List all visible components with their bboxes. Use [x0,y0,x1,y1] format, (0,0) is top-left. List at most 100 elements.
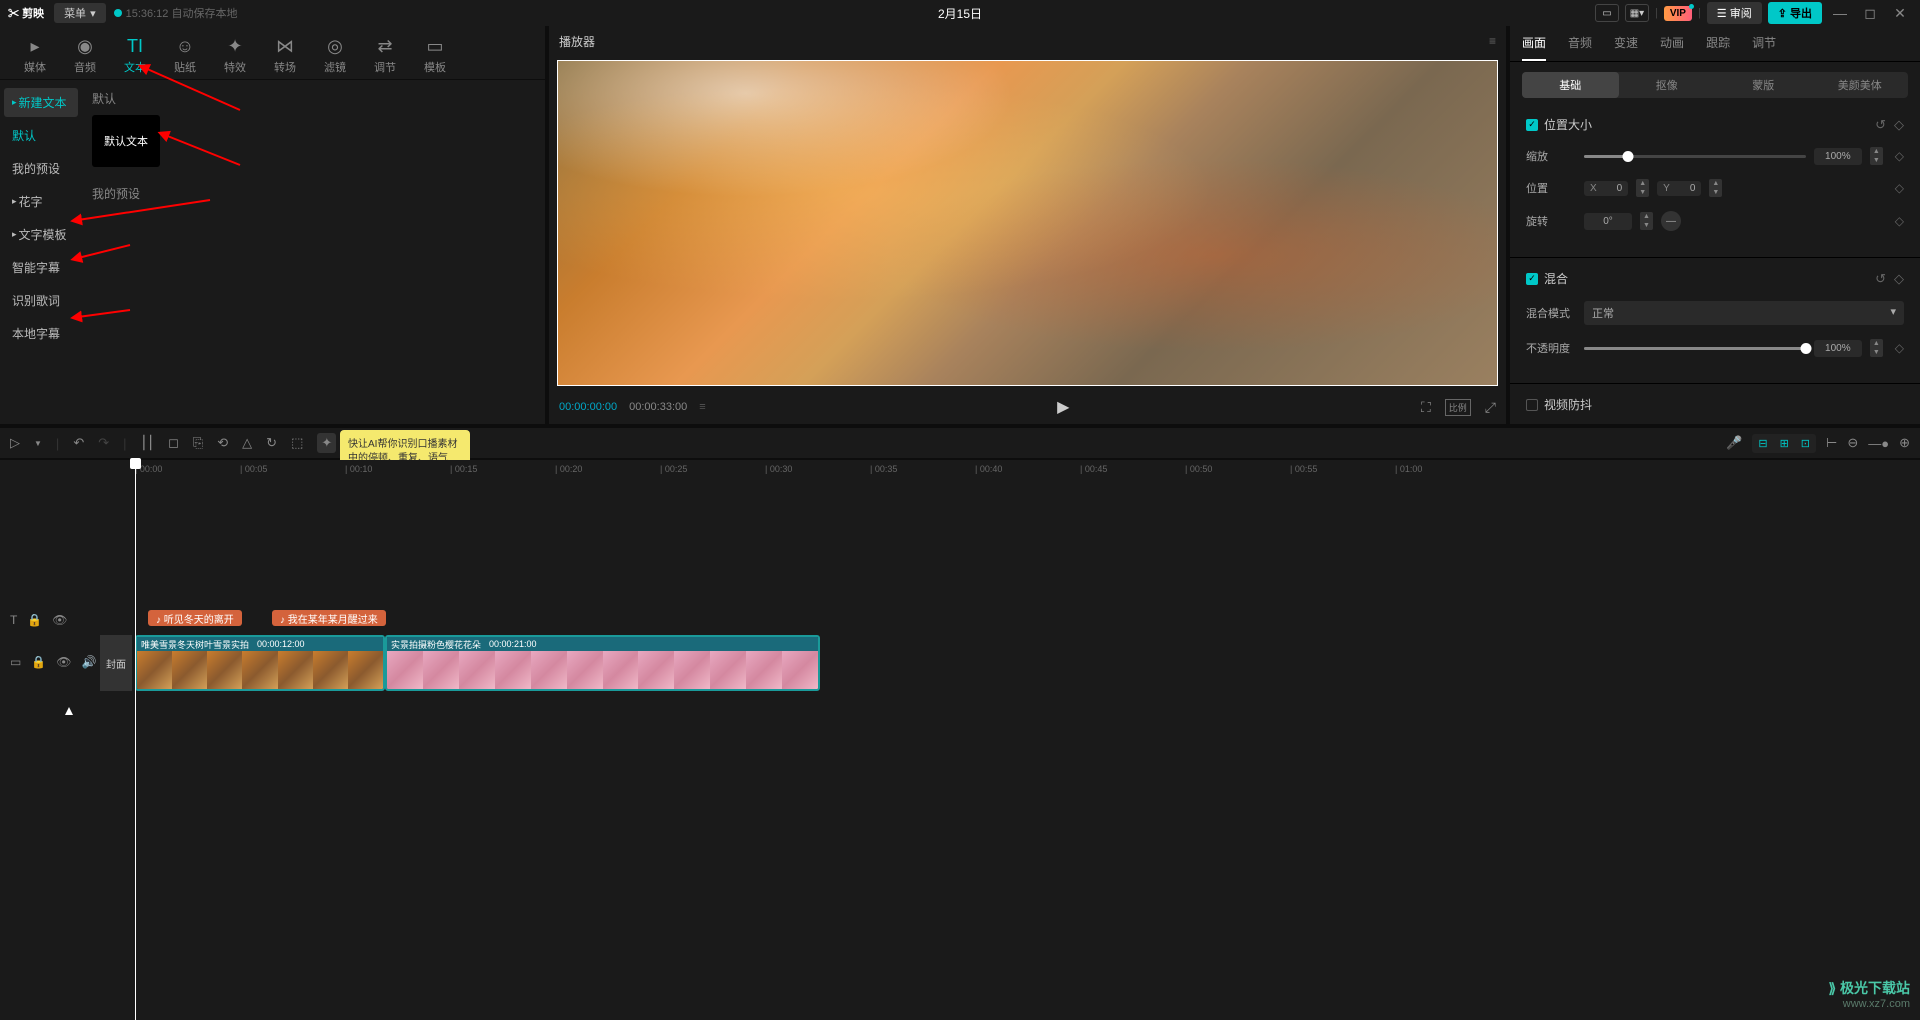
sidebar-新建文本[interactable]: ▸新建文本 [4,88,78,117]
rp-tab-变速[interactable]: 变速 [1614,34,1638,61]
opacity-slider[interactable] [1584,347,1806,350]
autosave-status: 15:36:12 自动保存本地 [114,5,238,21]
crop-tool[interactable]: ◻ [168,435,179,451]
copy-tool[interactable]: ⎘ [193,435,203,451]
play-button[interactable]: ▶ [1057,397,1069,417]
maximize-button[interactable]: ◻ [1858,1,1882,25]
mirror-tool[interactable]: △ [242,435,252,451]
crop2-tool[interactable]: ⬚ [291,435,303,451]
left-panel: ▸媒体◉音频TI文本☺贴纸✦特效⋈转场◎滤镜⇄调节▭模板 ▸新建文本默认我的预设… [0,26,545,424]
rotation-value[interactable]: 0° [1584,213,1632,230]
cover-button[interactable]: 封面 [100,635,132,691]
text-clip[interactable]: ♪ 听见冬天的离开 [148,610,242,626]
tab-转场[interactable]: ⋈转场 [260,32,310,79]
ratio-icon[interactable]: 比例 [1445,399,1471,416]
rp-tab-跟踪[interactable]: 跟踪 [1706,34,1730,61]
rp-tab-画面[interactable]: 画面 [1522,34,1546,61]
rp-tab-动画[interactable]: 动画 [1660,34,1684,61]
opacity-value[interactable]: 100% [1814,340,1862,357]
pointer-tool[interactable]: ▷ [10,435,20,451]
split-tool[interactable]: ⎮⎮ [141,435,155,451]
project-title: 2月15日 [938,5,982,22]
zoom-out-icon[interactable]: ⊖ [1847,435,1858,451]
possize-checkbox[interactable]: ✓ [1526,119,1538,131]
layout-icon-2[interactable]: ▦▾ [1625,4,1649,22]
time-current: 00:00:00:00 [559,401,617,413]
magnet-3[interactable]: ⊡ [1795,434,1816,453]
rp-tab-调节[interactable]: 调节 [1752,34,1776,61]
timeline[interactable]: | 00:00| 00:05| 00:10| 00:15| 00:20| 00:… [0,460,1920,1020]
magnet-1[interactable]: ⊟ [1752,434,1773,453]
menu-button[interactable]: 菜单 ▾ [54,3,106,23]
mic-icon[interactable]: 🎤 [1726,435,1742,451]
properties-panel: 画面音频变速动画跟踪调节 基础抠像蒙版美颜美体 ✓ 位置大小 ↺◇ 缩放 100… [1510,26,1920,424]
rotation-reset[interactable]: — [1661,211,1681,231]
tab-贴纸[interactable]: ☺贴纸 [160,32,210,79]
sidebar-本地字幕[interactable]: 本地字幕 [4,319,78,348]
rp-tab-音频[interactable]: 音频 [1568,34,1592,61]
minimize-button[interactable]: — [1828,1,1852,25]
blend-mode-select[interactable]: 正常▾ [1584,301,1904,325]
stabilize-checkbox[interactable] [1526,399,1538,411]
redo-button[interactable]: ↷ [98,435,109,451]
undo-button[interactable]: ↶ [73,435,84,451]
x-input[interactable]: X0 [1584,181,1628,196]
rotate-tool[interactable]: ↻ [266,435,277,451]
sidebar-花字[interactable]: ▸花字 [4,187,78,216]
blend-header: ✓ 混合 ↺◇ [1526,270,1904,287]
video-clip[interactable]: 唯美雪景冬天树叶雪景实拍00:00:12:00 [135,635,385,691]
vip-badge[interactable]: VIP [1664,6,1692,21]
pointer-dropdown[interactable]: ▼ [34,439,42,448]
title-bar: ✂ 剪映 菜单 ▾ 15:36:12 自动保存本地 2月15日 ▭ ▦▾ | V… [0,0,1920,26]
tab-音频[interactable]: ◉音频 [60,32,110,79]
rp-subtab-抠像[interactable]: 抠像 [1619,72,1716,98]
reverse-tool[interactable]: ⟲ [217,435,228,451]
export-button[interactable]: ⇪ 导出 [1768,2,1822,24]
smart-tool[interactable]: ✦ [317,433,336,453]
rp-subtab-蒙版[interactable]: 蒙版 [1715,72,1812,98]
watermark: ⟫ 极光下载站 www.xz7.com [1828,978,1910,1010]
rp-subtab-美颜美体[interactable]: 美颜美体 [1812,72,1909,98]
tab-调节[interactable]: ⇄调节 [360,32,410,79]
tab-文本[interactable]: TI文本 [110,32,160,79]
zoom-fit-icon[interactable]: ⊕ [1899,435,1910,451]
y-input[interactable]: Y0 [1657,181,1701,196]
section-mypresets: 我的预设 [92,185,535,202]
player-viewport[interactable] [557,60,1498,386]
default-text-preset[interactable]: 默认文本 [92,115,160,167]
sidebar-我的预设[interactable]: 我的预设 [4,154,78,183]
time-total: 00:00:33:00 [629,401,687,413]
player-menu-icon[interactable]: ≡ [1489,34,1496,48]
property-tabs: 画面音频变速动画跟踪调节 [1510,26,1920,62]
reset-icon[interactable]: ↺ [1875,117,1886,133]
tab-模板[interactable]: ▭模板 [410,32,460,79]
tab-媒体[interactable]: ▸媒体 [10,32,60,79]
close-button[interactable]: ✕ [1888,1,1912,25]
keyframe-icon[interactable]: ◇ [1894,117,1904,133]
sidebar-默认[interactable]: 默认 [4,121,78,150]
sidebar-识别歌词[interactable]: 识别歌词 [4,286,78,315]
playhead[interactable] [135,460,136,1020]
review-button[interactable]: ☰ 审阅 [1707,2,1762,24]
stabilize-header: 视频防抖 [1526,396,1904,413]
zoom-slider[interactable]: —● [1868,436,1889,451]
time-ruler[interactable]: | 00:00| 00:05| 00:10| 00:15| 00:20| 00:… [0,460,1920,480]
sidebar-文字模板[interactable]: ▸文字模板 [4,220,78,249]
tab-特效[interactable]: ✦特效 [210,32,260,79]
layout-icon-1[interactable]: ▭ [1595,4,1619,22]
scale-slider[interactable] [1584,155,1806,158]
fullscreen-icon[interactable]: ⤢ [1485,399,1496,416]
text-clip[interactable]: ♪ 我在某年某月醒过来 [272,610,386,626]
align-icon[interactable]: ⊢ [1826,435,1837,451]
tab-滤镜[interactable]: ◎滤镜 [310,32,360,79]
blend-checkbox[interactable]: ✓ [1526,273,1538,285]
magnet-2[interactable]: ⊞ [1774,434,1795,453]
player-panel: 播放器 ≡ 00:00:00:00 00:00:33:00 ≡ ▶ ⛶ 比例 ⤢ [549,26,1506,424]
sidebar-智能字幕[interactable]: 智能字幕 [4,253,78,282]
scale-value[interactable]: 100% [1814,148,1862,165]
scan-icon[interactable]: ⛶ [1421,399,1431,416]
position-size-header: ✓ 位置大小 ↺◇ [1526,116,1904,133]
list-icon[interactable]: ≡ [699,401,705,413]
video-clip[interactable]: 实景拍摄粉色樱花花朵00:00:21:00 [385,635,820,691]
rp-subtab-基础[interactable]: 基础 [1522,72,1619,98]
